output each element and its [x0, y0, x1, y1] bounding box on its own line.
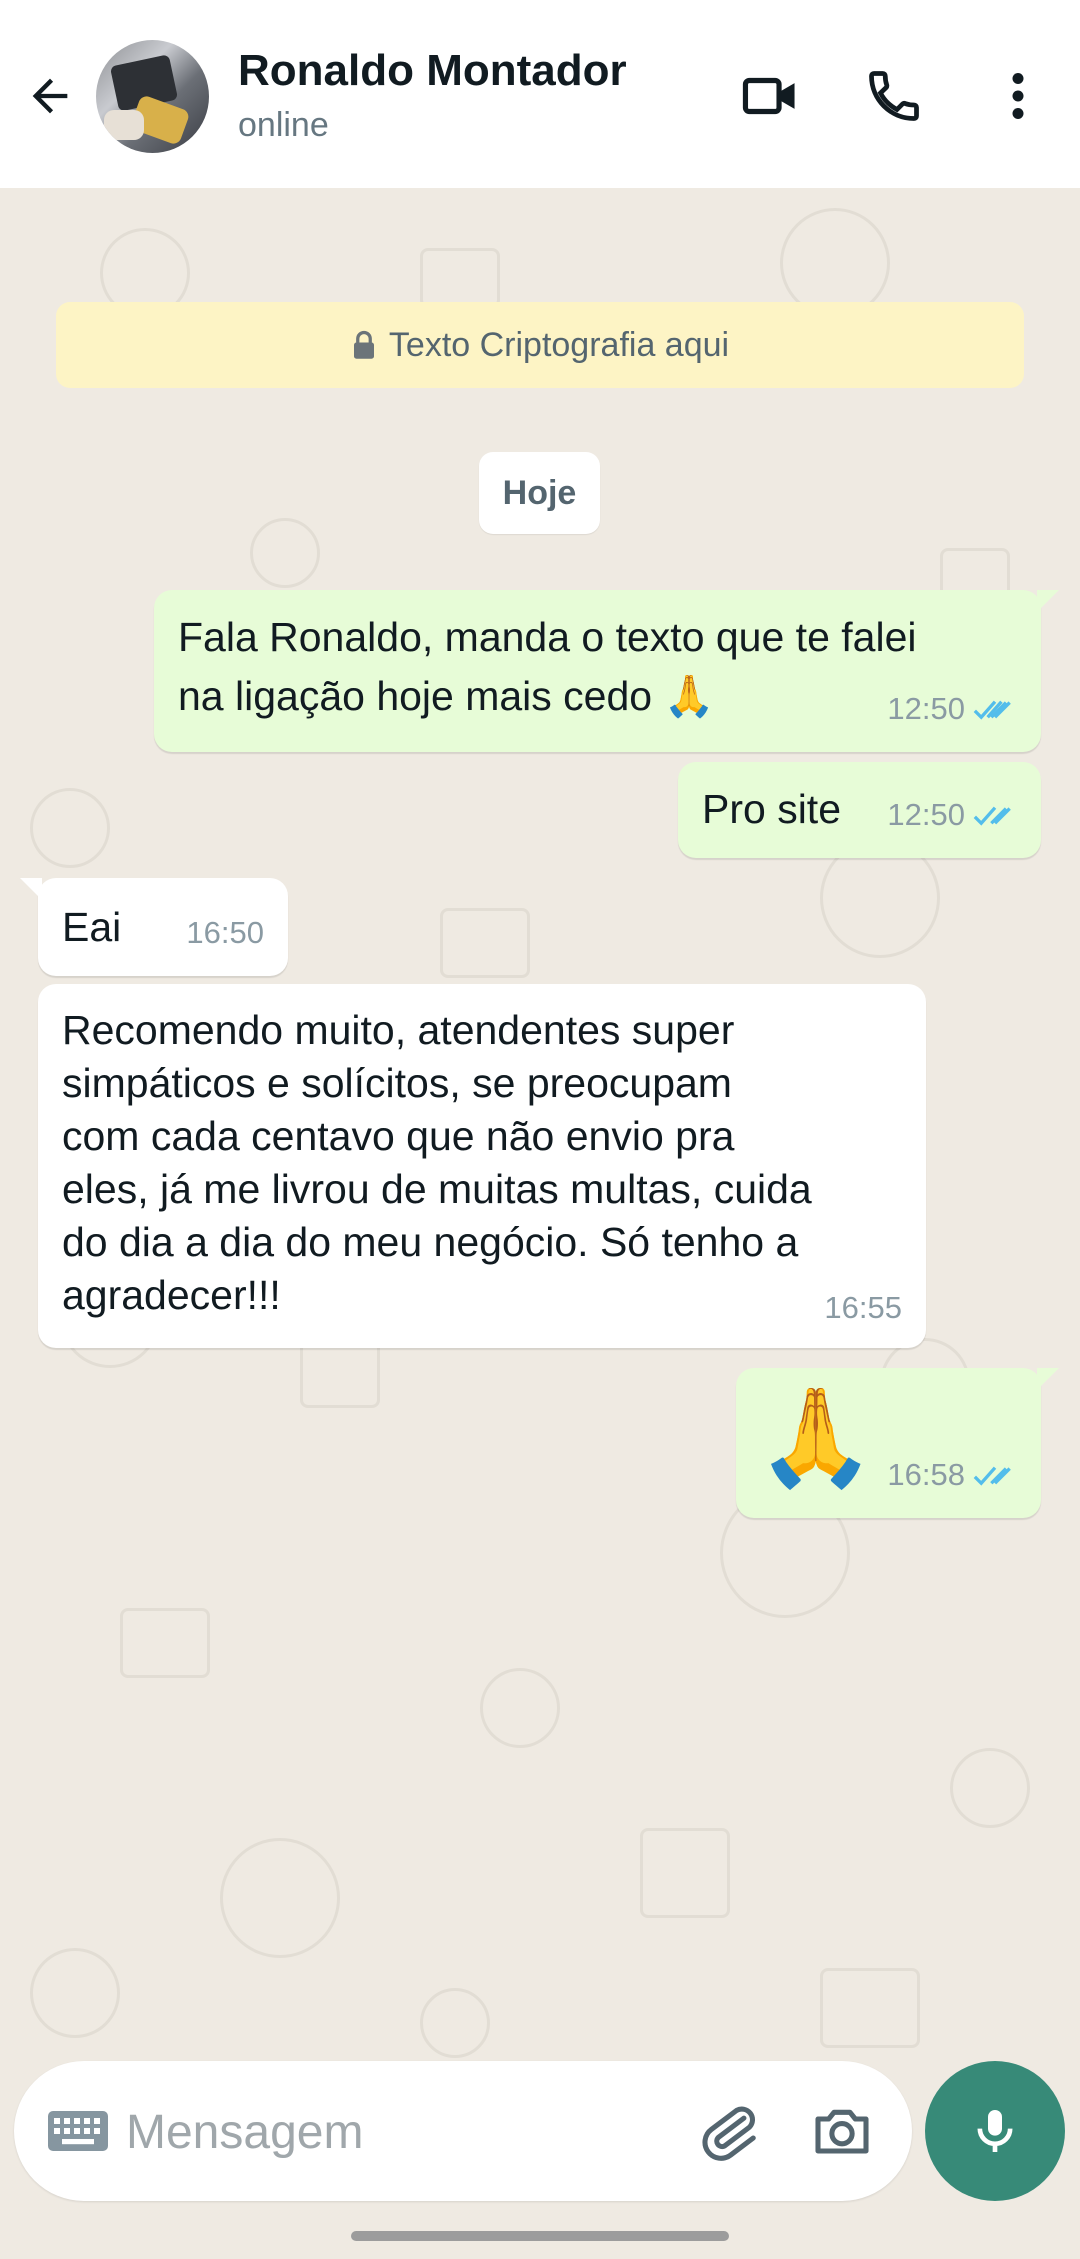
camera-icon[interactable]: [810, 2099, 874, 2163]
phone-icon: [869, 71, 919, 121]
message-text: na ligação hoje mais cedo 🙏: [178, 673, 715, 719]
message-bubble-incoming[interactable]: Eai 16:50: [20, 878, 288, 976]
read-ticks-icon: [973, 700, 1011, 720]
message-time: 16:50: [186, 915, 264, 950]
message-meta: 16:50: [186, 903, 264, 962]
message-input[interactable]: [126, 2097, 666, 2167]
more-vertical-icon: [1012, 73, 1024, 119]
date-separator: Hoje: [479, 452, 600, 534]
message-text: do dia a dia do meu negócio. Só tenho a: [62, 1219, 799, 1265]
message-composer: [14, 2061, 912, 2201]
message-emoji: 🙏: [756, 1384, 876, 1491]
message-time: 16:58: [887, 1457, 965, 1492]
message-bubble-outgoing[interactable]: Pro site 12:50: [678, 762, 1041, 858]
voice-call-button[interactable]: [856, 58, 932, 134]
message-text: Recomendo muito, atendentes super: [62, 1007, 735, 1053]
encryption-text: Texto Criptografia aqui: [388, 325, 730, 364]
paperclip-icon[interactable]: [698, 2099, 762, 2163]
message-text: simpáticos e solícitos, se preocupam: [62, 1060, 732, 1106]
message-time: 12:50: [887, 797, 965, 832]
message-text: Eai: [62, 904, 122, 950]
message-text: Fala Ronaldo, manda o texto que te falei: [178, 614, 917, 660]
message-bubble-outgoing[interactable]: Fala Ronaldo, manda o texto que te falei…: [154, 590, 1059, 752]
encryption-notice[interactable]: Texto Criptografia aqui: [56, 302, 1024, 388]
voice-message-button[interactable]: [925, 2061, 1065, 2201]
message-text: Pro site: [702, 786, 841, 832]
message-text: eles, já me livrou de muitas multas, cui…: [62, 1166, 812, 1212]
video-call-button[interactable]: [732, 58, 808, 134]
message-meta: 16:55: [824, 1281, 902, 1334]
message-bubble-outgoing[interactable]: 🙏 16:58: [736, 1368, 1059, 1518]
contact-name[interactable]: Ronaldo Montador: [238, 46, 627, 96]
back-button[interactable]: [18, 64, 82, 128]
more-options-button[interactable]: [980, 58, 1056, 134]
message-time: 16:55: [824, 1290, 902, 1325]
read-ticks-icon: [973, 1466, 1011, 1486]
home-indicator[interactable]: [351, 2231, 729, 2241]
contact-status: online: [238, 106, 329, 144]
video-call-icon: [742, 77, 795, 115]
message-text: com cada centavo que não envio pra: [62, 1113, 735, 1159]
message-bubble-incoming[interactable]: Recomendo muito, atendentes super simpát…: [38, 984, 926, 1348]
message-meta: 16:58: [887, 1445, 1017, 1504]
read-ticks-icon: [973, 806, 1011, 826]
message-text: agradecer!!!: [62, 1272, 281, 1318]
message-meta: 12:50: [887, 785, 1017, 844]
message-time: 12:50: [887, 691, 965, 726]
microphone-icon: [977, 2110, 1013, 2152]
lock-icon: [353, 330, 374, 359]
avatar[interactable]: [96, 40, 209, 153]
message-meta: 12:50: [887, 679, 1017, 738]
keyboard-icon[interactable]: [46, 2107, 110, 2155]
arrow-back-icon: [32, 78, 68, 114]
chat-header: Ronaldo Montador online: [0, 0, 1080, 188]
